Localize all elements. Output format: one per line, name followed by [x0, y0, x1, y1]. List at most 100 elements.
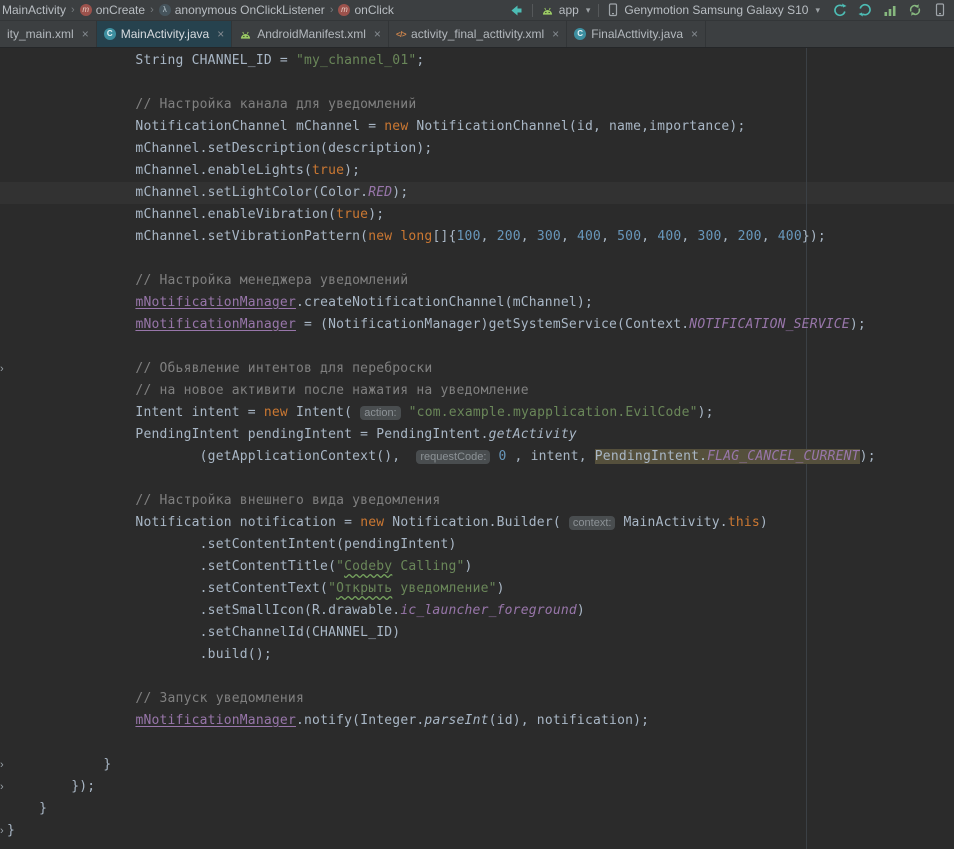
code-line[interactable]: .setSmallIcon(R.drawable.ic_launcher_for…	[7, 600, 954, 622]
code-line[interactable]: .build();	[7, 644, 954, 666]
toolbar-actions	[832, 2, 948, 18]
anonymous-class-icon: λ	[159, 4, 171, 16]
tab-bar: ity_main.xml×CMainActivity.java×AndroidM…	[0, 21, 954, 48]
code-line[interactable]: });	[7, 776, 954, 798]
code-line[interactable]: mChannel.enableVibration(true);	[7, 204, 954, 226]
close-tab-icon[interactable]: ×	[217, 27, 224, 41]
toolbar-separator	[532, 4, 533, 17]
code-line[interactable]	[7, 732, 954, 754]
breadcrumb-item[interactable]: MainActivity	[2, 3, 66, 17]
code-line[interactable]: NotificationChannel mChannel = new Notif…	[7, 116, 954, 138]
code-line[interactable]: .setContentTitle("Codeby Calling")	[7, 556, 954, 578]
code-line[interactable]: String CHANNEL_ID = "my_channel_01";	[7, 50, 954, 72]
toolbar: app ▾ Genymotion Samsung Galaxy S10 ▾	[508, 2, 948, 18]
profiler-icon[interactable]	[882, 2, 898, 18]
code-line[interactable]	[7, 248, 954, 270]
code-line[interactable]	[7, 336, 954, 358]
breadcrumb-label: onCreate	[96, 3, 145, 17]
close-tab-icon[interactable]: ×	[374, 27, 381, 41]
run-config-label: app	[559, 3, 579, 17]
code-line[interactable]: mChannel.setVibrationPattern(new long[]{…	[7, 226, 954, 248]
editor-tab[interactable]: AndroidManifest.xml ×	[232, 21, 389, 47]
method-icon: m	[80, 4, 92, 16]
class-icon: C	[104, 28, 116, 40]
android-icon	[541, 5, 554, 16]
code-line[interactable]: mChannel.setLightColor(Color.RED);	[7, 182, 954, 204]
code-line[interactable]	[7, 72, 954, 94]
code-line[interactable]: mChannel.setDescription(description);	[7, 138, 954, 160]
chevron-down-icon: ▾	[815, 5, 820, 16]
editor-tab[interactable]: </> activity_final_acttivity.xml ×	[389, 21, 567, 47]
navigate-back-icon[interactable]	[508, 2, 524, 18]
tab-label: MainActivity.java	[121, 27, 209, 41]
apply-code-changes-icon[interactable]	[857, 2, 873, 18]
parameter-hint: action:	[360, 406, 400, 420]
breadcrumb-label: MainActivity	[2, 3, 66, 17]
breadcrumb-separator: ›	[71, 4, 75, 16]
breadcrumb-item[interactable]: m onCreate	[80, 3, 145, 17]
breadcrumb-item[interactable]: m onClick	[338, 3, 393, 17]
fold-marker-icon[interactable]: ›	[0, 820, 8, 842]
apply-changes-icon[interactable]	[832, 2, 848, 18]
editor-tab[interactable]: C FinalActtivity.java ×	[567, 21, 706, 47]
phone-icon	[607, 3, 619, 17]
editor[interactable]: String CHANNEL_ID = "my_channel_01"; // …	[0, 48, 954, 849]
close-tab-icon[interactable]: ×	[691, 27, 698, 41]
tab-label: activity_final_acttivity.xml	[411, 27, 544, 41]
code-area[interactable]: String CHANNEL_ID = "my_channel_01"; // …	[0, 48, 954, 849]
code-line[interactable]: .setContentIntent(pendingIntent)	[7, 534, 954, 556]
breadcrumb-separator: ›	[330, 4, 334, 16]
tab-label: FinalActtivity.java	[591, 27, 683, 41]
run-config-selector[interactable]: app ▾	[541, 3, 591, 17]
parameter-hint: requestCode:	[416, 450, 490, 464]
device-label: Genymotion Samsung Galaxy S10	[624, 3, 808, 17]
editor-tab[interactable]: ity_main.xml ×	[0, 21, 97, 47]
navigation-bar: MainActivity › m onCreate › λ anonymous OnClic…	[0, 0, 954, 21]
code-line[interactable]: }	[7, 798, 954, 820]
code-line[interactable]: PendingIntent pendingIntent = PendingInt…	[7, 424, 954, 446]
code-line[interactable]: }	[7, 820, 954, 842]
method-icon: m	[338, 4, 350, 16]
code-line[interactable]: mNotificationManager = (NotificationMana…	[7, 314, 954, 336]
device-manager-icon[interactable]	[932, 2, 948, 18]
code-line[interactable]: mChannel.enableLights(true);	[7, 160, 954, 182]
code-line[interactable]: .setChannelId(CHANNEL_ID)	[7, 622, 954, 644]
class-icon: C	[574, 28, 586, 40]
code-line[interactable]: // Запуск уведомления	[7, 688, 954, 710]
code-line[interactable]: // на новое активити после нажатия на ув…	[7, 380, 954, 402]
breadcrumb-label: anonymous OnClickListener	[175, 3, 325, 17]
xml-file-icon: </>	[396, 30, 406, 39]
chevron-down-icon: ▾	[586, 5, 591, 16]
sync-icon[interactable]	[907, 2, 923, 18]
code-line[interactable]: // Обьявление интентов для переброски	[7, 358, 954, 380]
fold-marker-icon[interactable]: ›	[0, 358, 8, 380]
tab-label: ity_main.xml	[7, 27, 74, 41]
breadcrumb-item[interactable]: λ anonymous OnClickListener	[159, 3, 325, 17]
toolbar-separator	[598, 4, 599, 17]
breadcrumb-label: onClick	[354, 3, 393, 17]
code-line[interactable]: // Настройка внешнего вида уведомления	[7, 490, 954, 512]
code-line[interactable]: (getApplicationContext(), requestCode: 0…	[7, 446, 954, 468]
tab-label: AndroidManifest.xml	[257, 27, 366, 41]
code-line[interactable]: Notification notification = new Notifica…	[7, 512, 954, 534]
code-line[interactable]: Intent intent = new Intent( action: "com…	[7, 402, 954, 424]
breadcrumb-separator: ›	[150, 4, 154, 16]
android-icon	[239, 29, 252, 40]
device-selector[interactable]: Genymotion Samsung Galaxy S10 ▾	[607, 3, 820, 17]
code-line[interactable]: mNotificationManager.notify(Integer.pars…	[7, 710, 954, 732]
code-line[interactable]: // Настройка менеджера уведомлений	[7, 270, 954, 292]
editor-tab[interactable]: C MainActivity.java ×	[97, 21, 233, 47]
fold-marker-icon[interactable]: ›	[0, 776, 8, 798]
ide-window: { "theme": { "toolbar_bg": "#3c3f41", "e…	[0, 0, 954, 849]
code-line[interactable]: }	[7, 754, 954, 776]
code-line[interactable]: .setContentText("Открыть уведомление")	[7, 578, 954, 600]
code-line[interactable]: mNotificationManager.createNotificationC…	[7, 292, 954, 314]
code-line[interactable]: // Настройка канала для уведомлений	[7, 94, 954, 116]
parameter-hint: context:	[569, 516, 616, 530]
breadcrumb: MainActivity › m onCreate › λ anonymous OnClic…	[2, 3, 394, 17]
code-line[interactable]	[7, 468, 954, 490]
close-tab-icon[interactable]: ×	[82, 27, 89, 41]
fold-marker-icon[interactable]: ›	[0, 754, 8, 776]
close-tab-icon[interactable]: ×	[552, 27, 559, 41]
code-line[interactable]	[7, 666, 954, 688]
